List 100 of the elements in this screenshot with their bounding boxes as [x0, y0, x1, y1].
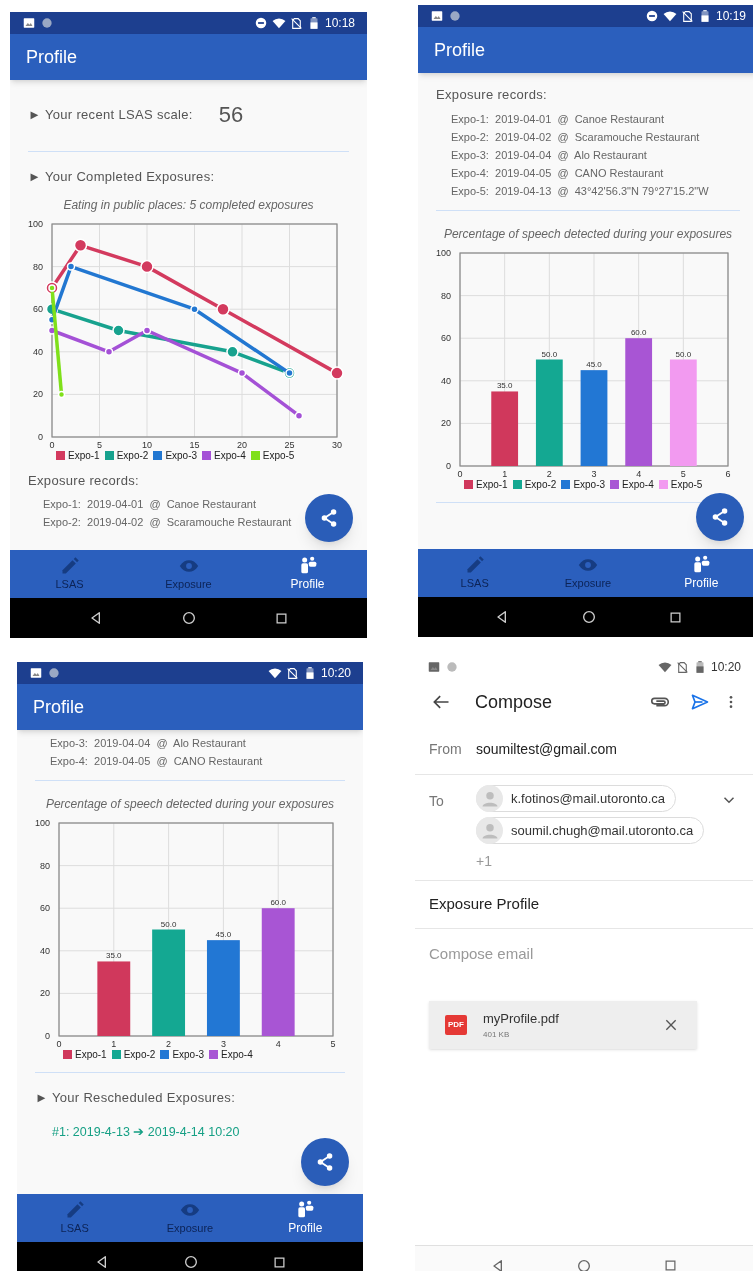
legend-label: Expo-1 — [68, 448, 100, 463]
rescheduled-exposure: #1: 2019-4-13 ➔ 2019-4-14 10:20 — [52, 1123, 240, 1141]
status-time: 10:18 — [324, 15, 355, 32]
axis-tick-label: 3 — [220, 1039, 226, 1049]
axis-tick-label: 5 — [97, 439, 102, 450]
exposure-record: Expo-5: 2019-04-13 @ 43°42'56.3"N 79°27'15.2"W — [451, 183, 709, 199]
exposure-record: Expo-4: 2019-04-05 @ CANO Restaurant — [451, 165, 664, 181]
bar-value-label: 50.0 — [541, 349, 558, 358]
axis-tick-label: 0 — [45, 1031, 50, 1041]
attachment-name: myProfile.pdf — [483, 1010, 560, 1029]
axis-tick-label: 20 — [40, 988, 50, 999]
status-time: 10:20 — [320, 665, 351, 682]
bar-value-label: 50.0 — [675, 349, 692, 358]
exposure-record: Expo-4: 2019-04-05 @ CANO Restaurant — [50, 754, 263, 769]
axis-tick-label: 5 — [680, 468, 686, 479]
status-time: 10:20 — [710, 659, 741, 676]
nav-tab[interactable]: Profile — [248, 550, 367, 598]
bar-value-label: 35.0 — [496, 380, 513, 390]
subject-field[interactable]: Exposure Profile — [415, 881, 753, 929]
section-heading: Exposure records: — [28, 471, 140, 490]
app-bar-title: Profile — [26, 45, 78, 69]
axis-tick-label: 100 — [435, 247, 451, 258]
from-address[interactable]: soumiltest@gmail.com — [476, 739, 618, 760]
axis-tick-label: 40 — [33, 346, 43, 357]
axis-tick-label: 2 — [166, 1039, 172, 1049]
app-bar-title: Profile — [33, 695, 85, 719]
legend-label: Expo-5 — [670, 477, 703, 492]
axis-tick-label: 0 — [56, 1039, 62, 1049]
exposure-record: Expo-1: 2019-04-01 @ Canoe Restaurant — [451, 111, 664, 127]
axis-tick-label: 0 — [49, 439, 55, 450]
bar-value-label: 45.0 — [586, 359, 602, 369]
section-heading: ► Your Completed Exposures: — [28, 168, 215, 186]
bar-value-label: 60.0 — [630, 327, 647, 337]
axis-tick-label: 0 — [457, 468, 463, 479]
legend-label: Expo-4 — [214, 448, 246, 463]
bar-value-label: 50.0 — [160, 919, 177, 929]
pdf-icon: PDF — [445, 1015, 467, 1035]
axis-tick-label: 30 — [332, 439, 342, 450]
exposure-record: Expo-2: 2019-04-02 @ Scaramouche Restaurant — [451, 129, 700, 145]
legend-label: Expo-1 — [75, 1048, 107, 1062]
exposure-record: Expo-2: 2019-04-02 @ Scaramouche Restaurant — [43, 515, 292, 530]
legend-label: Expo-3 — [172, 1048, 205, 1062]
axis-tick-label: 5 — [330, 1039, 336, 1049]
axis-tick-label: 80 — [441, 290, 451, 301]
bar-value-label: 45.0 — [215, 930, 232, 940]
chart-caption: Eating in public places: 5 completed exposures — [62, 196, 315, 214]
attachment-size: 401 KB — [483, 1028, 511, 1041]
axis-tick-label: 4 — [636, 468, 642, 479]
status-time: 10:19 — [715, 8, 746, 25]
axis-tick-label: 2 — [546, 468, 552, 479]
axis-tick-label: 100 — [34, 818, 50, 828]
axis-tick-label: 60 — [33, 303, 43, 314]
axis-tick-label: 0 — [446, 460, 451, 471]
legend-label: Expo-3 — [573, 477, 606, 492]
axis-tick-label: 80 — [40, 860, 50, 871]
chart-caption: Percentage of speech detected during your exposures — [442, 225, 734, 243]
axis-tick-label: 20 — [33, 388, 43, 399]
axis-tick-label: 1 — [111, 1039, 117, 1049]
legend-label: Expo-2 — [123, 1048, 156, 1062]
exposure-record: Expo-3: 2019-04-04 @ Alo Restaurant — [50, 736, 246, 751]
axis-tick-label: 0 — [38, 431, 43, 442]
legend-label: Expo-4 — [622, 477, 654, 492]
app-bar-title: Profile — [434, 38, 486, 62]
nav-tab[interactable]: Profile — [644, 549, 753, 597]
axis-tick-label: 40 — [441, 375, 451, 386]
legend-label: Expo-5 — [262, 448, 295, 463]
legend-label: Expo-1 — [476, 477, 508, 492]
legend-label: Expo-2 — [116, 448, 149, 463]
axis-tick-label: 15 — [189, 439, 200, 450]
nav-tab[interactable]: Profile — [247, 1194, 363, 1242]
legend-label: Expo-4 — [221, 1048, 253, 1062]
chart-caption: Percentage of speech detected during your exposures — [44, 796, 336, 813]
axis-tick-label: 3 — [591, 468, 597, 479]
axis-tick-label: 60 — [441, 332, 451, 343]
axis-tick-label: 6 — [725, 468, 731, 479]
exposure-record: Expo-1: 2019-04-01 @ Canoe Restaurant — [43, 497, 256, 512]
legend-label: Expo-3 — [165, 448, 198, 463]
axis-tick-label: 1 — [502, 468, 508, 479]
lsas-score: 56 — [218, 101, 244, 129]
axis-tick-label: 10 — [142, 439, 152, 450]
recipient-chip[interactable]: k.fotinos@mail.utoronto.ca — [476, 785, 677, 812]
recipient-chip[interactable]: soumil.chugh@mail.utoronto.ca — [476, 817, 705, 844]
axis-tick-label: 40 — [40, 945, 50, 956]
more-recipients: +1 — [476, 852, 492, 871]
axis-tick-label: 4 — [275, 1039, 281, 1049]
section-label: ► Your recent LSAS scale: — [28, 105, 193, 124]
exposure-record: Expo-3: 2019-04-04 @ Alo Restaurant — [451, 147, 647, 163]
section-heading: Exposure records: — [436, 86, 548, 104]
axis-tick-label: 80 — [33, 261, 43, 272]
body-field[interactable]: Compose email — [429, 931, 739, 975]
legend-label: Expo-2 — [524, 477, 557, 492]
bar-value-label: 35.0 — [106, 951, 122, 961]
axis-tick-label: 20 — [441, 417, 451, 428]
screen-title: Compose — [475, 690, 554, 714]
section-heading: ► Your Rescheduled Exposures: — [35, 1089, 236, 1107]
bar-value-label: 60.0 — [270, 898, 286, 908]
axis-tick-label: 100 — [27, 218, 43, 229]
axis-tick-label: 25 — [284, 439, 295, 450]
axis-tick-label: 20 — [237, 439, 247, 450]
to-label: To — [429, 792, 445, 811]
